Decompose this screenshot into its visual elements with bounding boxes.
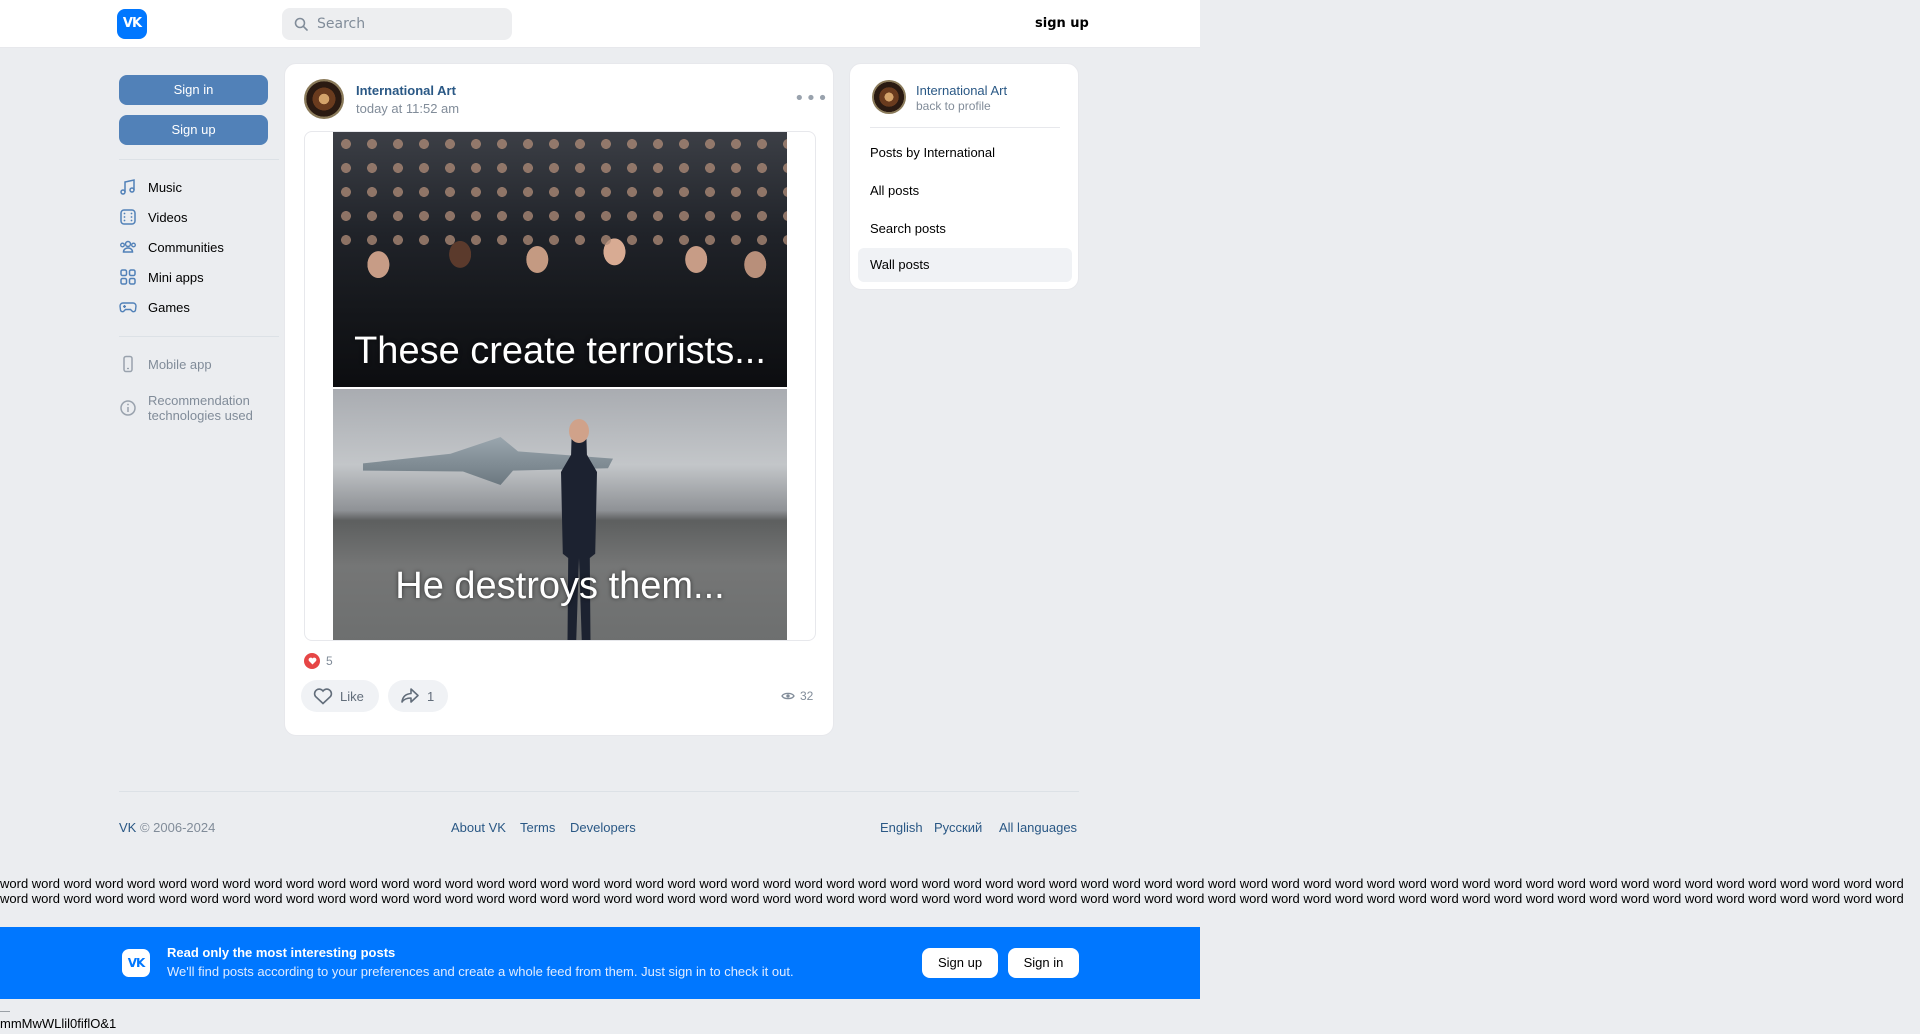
nav-search-posts[interactable]: Search posts xyxy=(858,212,1072,246)
sidebar-item-videos[interactable]: Videos xyxy=(119,202,279,232)
sidebar-item-label: Communities xyxy=(148,239,224,255)
music-icon xyxy=(120,179,135,195)
video-icon xyxy=(120,209,136,225)
post-author[interactable]: International Art xyxy=(356,83,456,98)
meme-top-panel: These create terrorists... xyxy=(333,132,787,387)
banner-title: Read only the most interesting posts xyxy=(167,945,396,960)
info-icon xyxy=(120,400,136,416)
sidebar-item-label: Games xyxy=(148,299,190,315)
sidebar-item-label: Recommendation technologies used xyxy=(148,393,253,423)
search-icon xyxy=(294,17,308,31)
like-label: Like xyxy=(340,688,364,704)
post-date[interactable]: today at 11:52 am xyxy=(356,101,459,116)
nav-wall-posts[interactable]: Wall posts xyxy=(858,248,1072,282)
games-icon xyxy=(119,302,137,313)
banner-signin-button[interactable]: Sign in xyxy=(1008,948,1079,978)
reactions-summary[interactable]: 5 xyxy=(304,653,333,669)
footer-lang-english[interactable]: English xyxy=(880,820,923,835)
footer-divider xyxy=(119,791,1079,792)
promo-banner: VK Read only the most interesting posts … xyxy=(0,927,1200,999)
avatar[interactable] xyxy=(872,80,906,114)
share-button[interactable]: 1 xyxy=(388,680,448,712)
communities-icon xyxy=(120,240,136,253)
sidebar-item-communities[interactable]: Communities xyxy=(119,232,279,262)
eye-icon xyxy=(781,692,795,700)
sidebar-divider xyxy=(119,159,279,160)
footer-copyright: VK © 2006-2024 xyxy=(119,820,215,835)
like-button[interactable]: Like xyxy=(301,680,379,712)
footer-all-languages[interactable]: All languages xyxy=(999,820,1077,835)
heart-icon xyxy=(313,688,333,705)
card-divider xyxy=(870,127,1060,128)
banner-signup-button[interactable]: Sign up xyxy=(922,948,998,978)
footer-terms-link[interactable]: Terms xyxy=(520,820,555,835)
sidebar-item-music[interactable]: Music xyxy=(119,172,279,202)
sidebar-item-label: Mini apps xyxy=(148,269,204,285)
footer-lang-russian[interactable]: Русский xyxy=(934,820,982,835)
reactions-count: 5 xyxy=(326,654,333,668)
meme-bottom-panel: He destroys them... xyxy=(333,389,787,640)
search-input[interactable]: Search xyxy=(282,8,512,40)
figure-head xyxy=(569,419,589,443)
back-to-profile-link[interactable]: back to profile xyxy=(916,99,991,113)
sidebar-item-recommendation[interactable]: Recommendation technologies used xyxy=(119,393,279,435)
bottom-test-text: mmMwWLlil0fiflO&1 xyxy=(0,1016,117,1031)
post-card: International Art today at 11:52 am ••• … xyxy=(284,63,834,736)
sidebar-item-label: Music xyxy=(148,179,182,195)
share-count: 1 xyxy=(427,688,435,704)
vk-logo-icon: VK xyxy=(122,949,150,977)
header-signup-link[interactable]: sign up xyxy=(1035,16,1089,31)
sidebar-item-mobile-app[interactable]: Mobile app xyxy=(119,349,279,379)
profile-nav-card: International Art back to profile Posts … xyxy=(849,63,1079,290)
signin-button[interactable]: Sign in xyxy=(119,75,268,105)
sidebar-item-mini-apps[interactable]: Mini apps xyxy=(119,262,279,292)
signup-button[interactable]: Sign up xyxy=(119,115,268,145)
filler-word-lines: word word word word word word word word … xyxy=(0,876,1904,906)
crowd-pattern xyxy=(333,132,787,247)
share-icon xyxy=(401,688,419,703)
views-counter: 32 xyxy=(781,689,813,703)
footer-developers-link[interactable]: Developers xyxy=(570,820,636,835)
meme-bottom-caption: He destroys them... xyxy=(395,565,725,607)
avatar[interactable] xyxy=(304,79,344,119)
sidebar-item-label: Mobile app xyxy=(148,356,212,372)
footer-vk-link[interactable]: VK xyxy=(119,820,136,835)
sidebar-item-games[interactable]: Games xyxy=(119,292,279,322)
profile-name-link[interactable]: International Art xyxy=(916,83,1007,98)
heart-reaction-icon xyxy=(304,653,320,669)
nav-all-posts[interactable]: All posts xyxy=(858,174,1072,208)
phone-icon xyxy=(123,355,133,373)
bottom-rule xyxy=(0,1011,10,1012)
top-bar: VK Search sign up xyxy=(0,0,1200,48)
meme-top-caption: These create terrorists... xyxy=(354,330,766,372)
vk-logo[interactable]: VK xyxy=(117,9,147,39)
sidebar-divider xyxy=(119,336,279,337)
more-options-icon[interactable]: ••• xyxy=(794,88,829,109)
footer-about-link[interactable]: About VK xyxy=(451,820,506,835)
nav-posts-by-international[interactable]: Posts by International xyxy=(858,136,1072,170)
sidebar-item-label: Videos xyxy=(148,209,188,225)
post-image[interactable]: These create terrorists... He destroys t… xyxy=(304,131,816,641)
banner-subtitle: We'll find posts according to your prefe… xyxy=(167,964,794,979)
mini-apps-icon xyxy=(120,269,136,285)
search-placeholder: Search xyxy=(317,16,366,32)
views-count: 32 xyxy=(800,689,814,703)
copyright-text: © 2006-2024 xyxy=(136,820,216,835)
left-sidebar: Sign in Sign up Music Videos Communities… xyxy=(119,75,279,435)
